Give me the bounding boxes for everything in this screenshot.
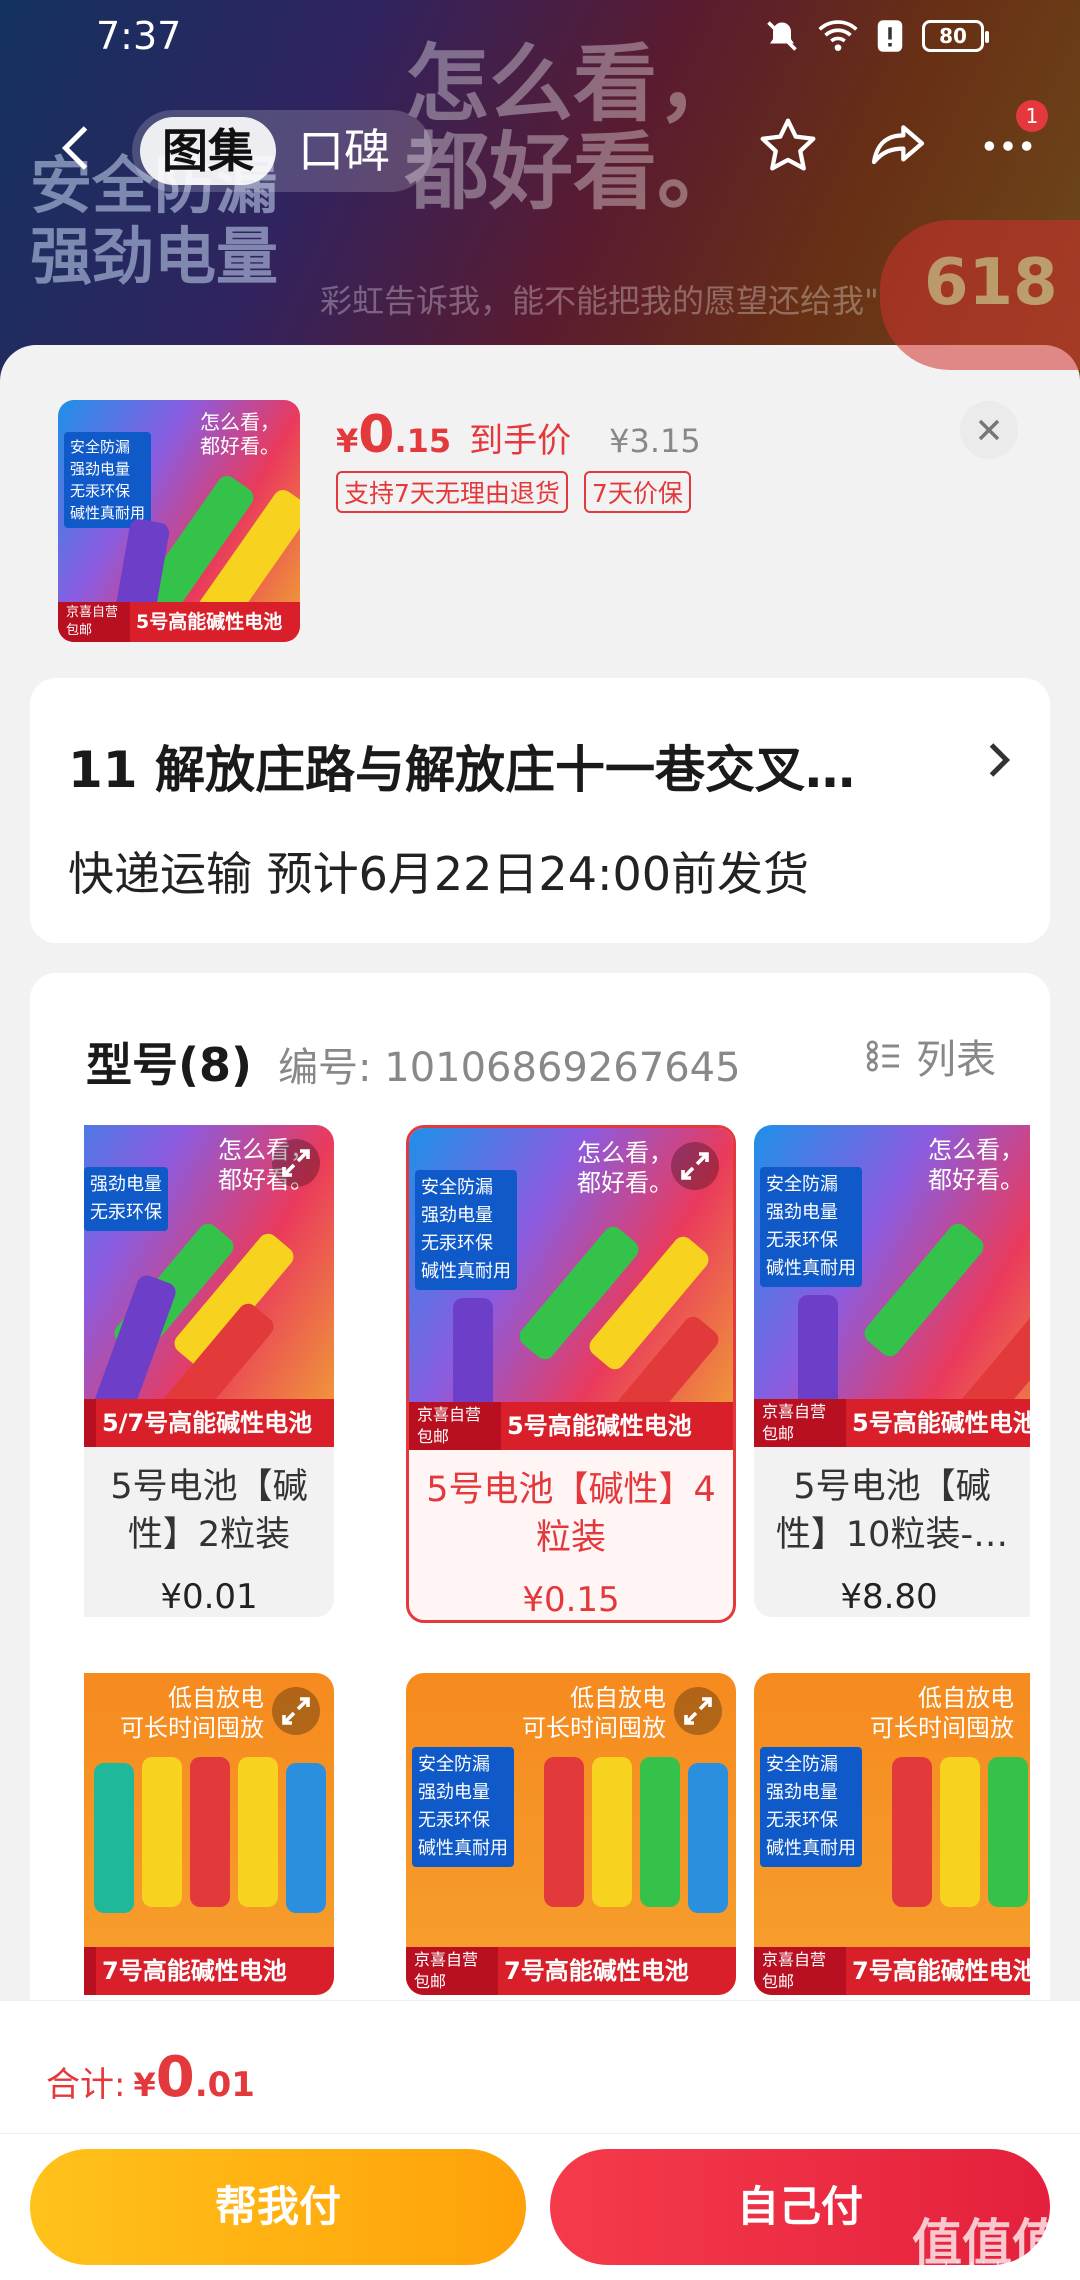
product-summary: 怎么看， 都好看。 安全防漏 强劲电量 无汞环保 碱性真耐用 京喜自营 包邮 5… xyxy=(0,345,1080,675)
message-badge: 1 xyxy=(1016,100,1048,132)
expand-image-button[interactable] xyxy=(671,1142,719,1190)
model-option[interactable]: 怎么看， 都好看。 安全防漏 强劲电量 无汞环保 碱性真耐用 京喜自营 包邮 5号高能碱性… xyxy=(754,1125,1030,1617)
close-button[interactable] xyxy=(960,401,1018,459)
model-image: 怎么看，都好看。 强劲电量无汞环保 京喜自营包邮 5/7号高能碱性电池 xyxy=(84,1125,334,1447)
original-price: ¥3.15 xyxy=(609,422,701,460)
model-name: 5号电池【碱性】4粒装 xyxy=(426,1470,716,1558)
background-text: 强劲电量 xyxy=(30,220,279,294)
model-image: 低自放电 可长时间囤放 安全防漏 强劲电量 无汞环保 碱性真耐用 京喜自营 包邮 7号高能… xyxy=(406,1673,736,1995)
back-arrow-icon[interactable] xyxy=(48,118,108,178)
model-option[interactable]: 低自放电可长时间囤放 京喜自营包邮 7号高能碱性电池 xyxy=(84,1673,334,1995)
price-row: ¥0.15 到手价 ¥3.15 xyxy=(336,405,701,465)
model-image: 怎么看， 都好看。 安全防漏 强劲电量 无汞环保 碱性真耐用 京喜自营 包邮 5号高能碱性… xyxy=(409,1128,733,1450)
background-quote: 彩虹告诉我，能不能把我的愿望还给我" xyxy=(320,282,879,320)
star-icon[interactable] xyxy=(756,114,820,178)
order-total: 合计: ¥ 0 .01 xyxy=(46,2045,255,2110)
expand-icon xyxy=(684,1697,712,1725)
list-view-label: 列表 xyxy=(916,1037,996,1083)
model-option-selected[interactable]: 怎么看， 都好看。 安全防漏 强劲电量 无汞环保 碱性真耐用 京喜自营 包邮 5号高能碱性… xyxy=(406,1125,736,1623)
tab-reviews[interactable]: 口碑 xyxy=(276,117,412,185)
list-view-toggle[interactable]: 列表 xyxy=(864,1027,996,1085)
model-name: 5号电池【碱性】10粒装-… xyxy=(775,1467,1009,1555)
expand-icon xyxy=(681,1152,709,1180)
wifi-icon xyxy=(818,20,858,51)
battery-icon: 80 xyxy=(922,20,989,52)
status-time: 7:37 xyxy=(96,14,182,58)
share-icon[interactable] xyxy=(866,114,930,178)
divider xyxy=(0,2133,1080,2134)
final-price-label: 到手价 xyxy=(469,421,572,461)
sim-alert-icon xyxy=(877,20,903,52)
total-label: 合计: xyxy=(46,2065,126,2105)
expand-image-button[interactable] xyxy=(272,1687,320,1735)
mute-icon xyxy=(767,21,797,51)
final-price: ¥0.15 xyxy=(336,405,452,465)
sku-selector-sheet: 怎么看， 都好看。 安全防漏 强劲电量 无汞环保 碱性真耐用 京喜自营 包邮 5… xyxy=(0,345,1080,2280)
tab-gallery[interactable]: 图集 xyxy=(140,117,276,185)
model-image: 低自放电 可长时间囤放 安全防漏 强劲电量 无汞环保 碱性真耐用 京喜自营 包邮 7号高能… xyxy=(754,1673,1030,1995)
model-option[interactable]: 低自放电 可长时间囤放 安全防漏 强劲电量 无汞环保 碱性真耐用 京喜自营 包邮 7号高能… xyxy=(754,1673,1030,1995)
chevron-right-icon xyxy=(989,743,1011,777)
return-policy-tag: 支持7天无理由退货 xyxy=(336,471,568,513)
model-option[interactable]: 怎么看，都好看。 强劲电量无汞环保 京喜自营包邮 5/7号高能碱性电池 5号电池… xyxy=(84,1125,334,1617)
checkout-bar: 合计: ¥ 0 .01 帮我付 自己付 值值值 zhizhizhi.com xyxy=(0,2000,1080,2280)
top-nav: 图集 口碑 1 xyxy=(0,100,1080,196)
gallery-tabs: 图集 口碑 xyxy=(132,110,432,192)
service-tags: 支持7天无理由退货 7天价保 xyxy=(336,471,691,513)
model-price: ¥0.01 xyxy=(160,1577,258,1617)
price-protect-tag: 7天价保 xyxy=(583,471,691,513)
promo-618-badge: 618 xyxy=(880,220,1080,370)
status-bar: 7:37 80 xyxy=(0,0,1080,74)
expand-image-button[interactable] xyxy=(674,1687,722,1735)
model-image: 低自放电可长时间囤放 京喜自营包邮 7号高能碱性电池 xyxy=(84,1673,334,1995)
close-icon xyxy=(978,419,1000,441)
total-amount: 0 xyxy=(155,2045,195,2110)
shipping-estimate: 快递运输 预计6月22日24:00前发货 xyxy=(68,847,809,901)
delivery-address: 11 解放庄路与解放庄十一巷交叉… xyxy=(68,741,855,799)
delivery-address-card[interactable]: 11 解放庄路与解放庄十一巷交叉… 快递运输 预计6月22日24:00前发货 xyxy=(30,678,1050,943)
watermark-url: zhizhizhi.com xyxy=(934,2259,1056,2280)
model-option[interactable]: 低自放电 可长时间囤放 安全防漏 强劲电量 无汞环保 碱性真耐用 京喜自营 包邮 7号高能… xyxy=(406,1673,736,1995)
product-thumbnail[interactable]: 怎么看， 都好看。 安全防漏 强劲电量 无汞环保 碱性真耐用 京喜自营 包邮 5… xyxy=(58,400,300,642)
model-name: 5号电池【碱性】2粒装 xyxy=(110,1467,308,1555)
model-image: 怎么看， 都好看。 安全防漏 强劲电量 无汞环保 碱性真耐用 京喜自营 包邮 5号高能碱性… xyxy=(754,1125,1030,1447)
model-count-title: 型号(8) xyxy=(86,1038,253,1092)
model-price: ¥8.80 xyxy=(840,1577,938,1617)
expand-image-button[interactable] xyxy=(272,1139,320,1187)
more-button[interactable]: 1 xyxy=(976,100,1048,178)
sku-code: 编号: 10106869267645 xyxy=(278,1045,741,1091)
model-price: ¥0.15 xyxy=(522,1580,620,1620)
help-me-pay-button[interactable]: 帮我付 xyxy=(30,2149,526,2265)
list-icon xyxy=(866,1040,899,1072)
expand-icon xyxy=(282,1149,310,1177)
expand-icon xyxy=(282,1697,310,1725)
